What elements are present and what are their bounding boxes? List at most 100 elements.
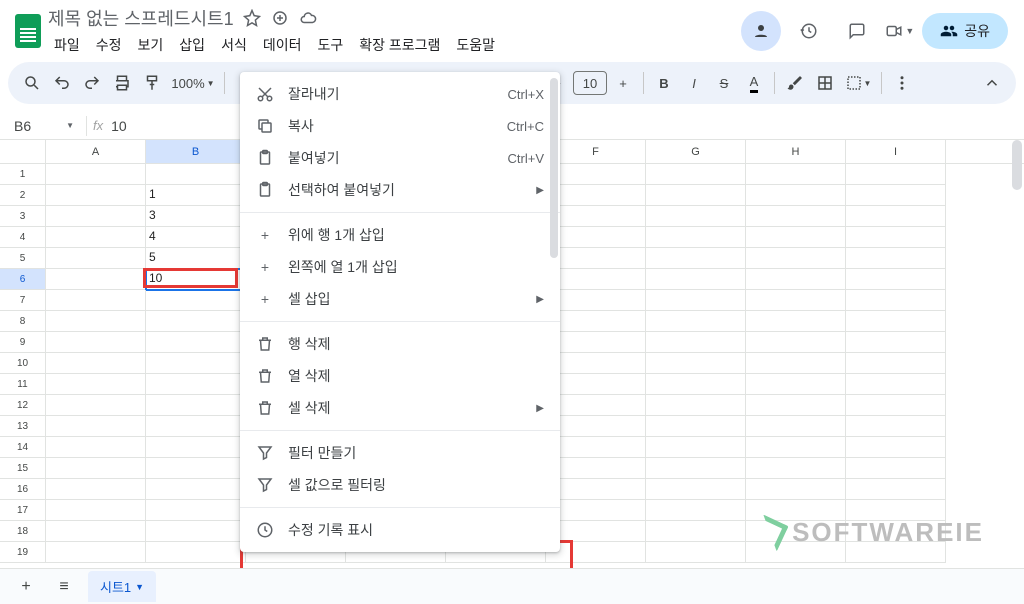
row-header[interactable]: 15 [0, 458, 46, 479]
cell[interactable] [146, 458, 246, 479]
row-header[interactable]: 13 [0, 416, 46, 437]
meet-icon[interactable]: ▼ [885, 11, 914, 51]
cell[interactable] [146, 542, 246, 563]
row-header[interactable]: 16 [0, 479, 46, 500]
cell[interactable] [846, 227, 946, 248]
cell[interactable] [546, 206, 646, 227]
cell[interactable] [646, 374, 746, 395]
cell[interactable] [146, 521, 246, 542]
cell[interactable] [546, 248, 646, 269]
cell[interactable]: 4 [146, 227, 246, 248]
row-header[interactable]: 8 [0, 311, 46, 332]
cell[interactable] [646, 479, 746, 500]
cell[interactable] [146, 311, 246, 332]
cloud-status-icon[interactable] [298, 8, 318, 28]
row-header[interactable]: 12 [0, 395, 46, 416]
menu-insert[interactable]: 삽입 [173, 33, 211, 57]
undo-button[interactable] [48, 69, 76, 97]
cell[interactable] [46, 542, 146, 563]
cell[interactable] [646, 164, 746, 185]
cell[interactable] [146, 416, 246, 437]
cell[interactable] [846, 248, 946, 269]
context-menu-scrollbar[interactable] [550, 78, 558, 412]
print-button[interactable] [108, 69, 136, 97]
menu-cut[interactable]: 잘라내기 Ctrl+X [240, 78, 560, 110]
cell[interactable] [846, 269, 946, 290]
cell[interactable] [646, 311, 746, 332]
cell[interactable] [146, 395, 246, 416]
cell[interactable] [546, 269, 646, 290]
menu-delete-row[interactable]: 행 삭제 [240, 328, 560, 360]
cell[interactable] [846, 164, 946, 185]
cell[interactable]: 5 [146, 248, 246, 269]
cell[interactable] [546, 395, 646, 416]
menu-paste-special[interactable]: 선택하여 붙여넣기 ▶ [240, 174, 560, 206]
cell[interactable] [846, 353, 946, 374]
menu-copy[interactable]: 복사 Ctrl+C [240, 110, 560, 142]
cell[interactable] [546, 437, 646, 458]
cell[interactable] [746, 185, 846, 206]
share-button[interactable]: 공유 [922, 13, 1008, 49]
cell[interactable] [746, 521, 846, 542]
search-icon[interactable] [18, 69, 46, 97]
cell[interactable] [646, 290, 746, 311]
cell[interactable] [46, 311, 146, 332]
cell[interactable] [746, 353, 846, 374]
fill-color-button[interactable] [781, 69, 809, 97]
cell[interactable] [846, 185, 946, 206]
cell[interactable] [46, 479, 146, 500]
cell[interactable] [146, 353, 246, 374]
menu-edit[interactable]: 수정 [90, 33, 128, 57]
sheet-tab[interactable]: 시트1 ▼ [88, 571, 156, 602]
history-icon[interactable] [789, 11, 829, 51]
strikethrough-button[interactable]: S [710, 69, 738, 97]
comments-icon[interactable] [837, 11, 877, 51]
cell[interactable] [646, 416, 746, 437]
row-header[interactable]: 18 [0, 521, 46, 542]
row-header[interactable]: 7 [0, 290, 46, 311]
column-header[interactable]: G [646, 140, 746, 163]
cell[interactable] [46, 458, 146, 479]
menu-help[interactable]: 도움말 [450, 33, 501, 57]
cell[interactable] [746, 416, 846, 437]
menu-create-filter[interactable]: 필터 만들기 [240, 437, 560, 469]
cell[interactable] [846, 500, 946, 521]
cell[interactable] [46, 374, 146, 395]
cell[interactable] [46, 290, 146, 311]
cell[interactable] [46, 269, 146, 290]
cell[interactable] [546, 521, 646, 542]
cell[interactable] [46, 395, 146, 416]
cell[interactable] [646, 500, 746, 521]
cell[interactable] [746, 206, 846, 227]
column-header[interactable]: I [846, 140, 946, 163]
menu-view[interactable]: 보기 [132, 33, 170, 57]
zoom-select[interactable]: 100% ▼ [168, 69, 218, 97]
cell[interactable] [146, 332, 246, 353]
row-header[interactable]: 9 [0, 332, 46, 353]
column-header[interactable]: B [146, 140, 246, 163]
paint-format-button[interactable] [138, 69, 166, 97]
cell[interactable] [546, 479, 646, 500]
menu-file[interactable]: 파일 [48, 33, 86, 57]
menu-insert-cells[interactable]: + 셀 삽입 ▶ [240, 283, 560, 315]
font-size-input[interactable]: 10 [573, 71, 607, 95]
select-all-corner[interactable] [0, 140, 46, 163]
cell[interactable] [146, 374, 246, 395]
menu-format[interactable]: 서식 [215, 33, 253, 57]
cell[interactable] [546, 542, 646, 563]
cell[interactable] [146, 164, 246, 185]
cell[interactable] [46, 185, 146, 206]
cell[interactable] [46, 521, 146, 542]
column-header[interactable]: F [546, 140, 646, 163]
cell[interactable] [646, 332, 746, 353]
row-header[interactable]: 3 [0, 206, 46, 227]
cell[interactable] [646, 185, 746, 206]
cell[interactable] [646, 521, 746, 542]
cell[interactable]: 10 [146, 269, 246, 290]
cell[interactable]: 1 [146, 185, 246, 206]
cell[interactable] [746, 269, 846, 290]
cell[interactable] [646, 542, 746, 563]
cell[interactable] [746, 479, 846, 500]
cell[interactable] [546, 416, 646, 437]
column-header[interactable]: A [46, 140, 146, 163]
